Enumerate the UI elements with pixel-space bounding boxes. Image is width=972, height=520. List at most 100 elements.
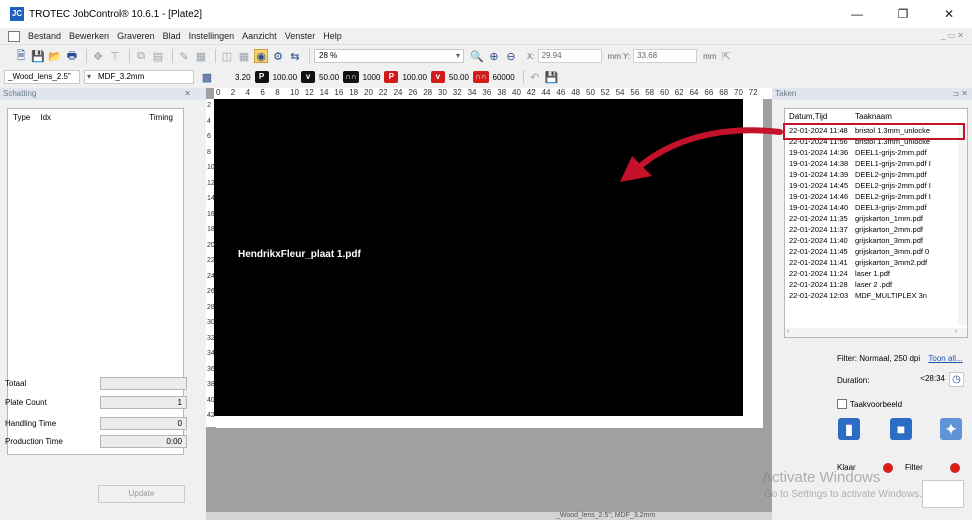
- ruler-tick-label: 4: [245, 88, 251, 97]
- menu-bestand[interactable]: Bestand: [28, 31, 61, 41]
- clock-icon[interactable]: ◷: [949, 372, 964, 387]
- ruler-tick-label: 48: [571, 88, 581, 97]
- annotation-arrow-icon: [620, 127, 783, 182]
- close-icon[interactable]: ✕: [184, 88, 191, 100]
- close-icon[interactable]: ✕: [926, 0, 972, 28]
- horizontal-scrollbar[interactable]: ‹ ›: [785, 328, 967, 337]
- ruler-tick-label: 52: [600, 88, 610, 97]
- job-row[interactable]: 22-01-2024 11:45 grijskarton_3mm.pdf 0: [785, 246, 967, 257]
- move-icon[interactable]: ✥: [91, 49, 105, 63]
- menu-venster[interactable]: Venster: [285, 31, 316, 41]
- print-icon[interactable]: 🖶: [65, 49, 79, 63]
- update-button[interactable]: Update: [98, 485, 185, 503]
- job-file-icon[interactable]: ▮: [838, 418, 860, 440]
- pin-icon[interactable]: ⊐ ✕: [952, 88, 968, 100]
- job-row[interactable]: 22-01-2024 12:03 MDF_MULTIPLEX 3n: [785, 290, 967, 301]
- menu-instellingen[interactable]: Instellingen: [189, 31, 235, 41]
- vertical-scrollbar[interactable]: [958, 125, 967, 325]
- menu-help[interactable]: Help: [323, 31, 342, 41]
- job-row[interactable]: 19-01-2024 14:38 DEEL1-grijs-2mm.pdf I: [785, 158, 967, 169]
- job-row[interactable]: 19-01-2024 14:45 DEEL2-grijs-2mm.pdf I: [785, 180, 967, 191]
- connect-icon[interactable]: ⇆: [288, 49, 302, 63]
- job-name: DEEL1-grijs-2mm.pdf: [855, 148, 927, 157]
- undo-icon[interactable]: ↶: [528, 70, 542, 84]
- paste-icon[interactable]: ▤: [151, 49, 165, 63]
- scroll-right-icon[interactable]: ›: [955, 328, 957, 335]
- column-idx[interactable]: Idx: [40, 113, 51, 122]
- material-settings-icon[interactable]: ▩: [200, 70, 214, 84]
- job-row[interactable]: 22-01-2024 11:41 grijskarton_3mm2.pdf: [785, 257, 967, 268]
- minimize-icon[interactable]: —: [834, 0, 880, 28]
- duration-label: Duration:: [837, 376, 870, 385]
- engrave-icon[interactable]: ◉: [254, 49, 268, 63]
- material-select[interactable]: ▾ MDF_3.2mm: [84, 70, 194, 84]
- job-row[interactable]: 19-01-2024 14:39 DEEL2-grijs-2mm.pdf: [785, 169, 967, 180]
- handling-time-field[interactable]: 0: [100, 417, 187, 430]
- power-value: 100.00: [272, 72, 298, 82]
- column-date-time[interactable]: Datum,Tijd: [789, 112, 855, 121]
- ruler-tick-label: 28: [423, 88, 433, 97]
- ruler-tick-label: 22: [378, 88, 388, 97]
- job-row[interactable]: 22-01-2024 11:28 laser 2 .pdf: [785, 279, 967, 290]
- handling-time-row: Handling Time 0: [5, 417, 187, 431]
- x-coordinate-field[interactable]: 29.94: [537, 49, 602, 63]
- material-template-select[interactable]: _Wood_lens_2.5": [4, 70, 80, 84]
- show-all-link[interactable]: Toon all...: [928, 354, 962, 363]
- job-row[interactable]: 19-01-2024 14:36 DEEL1-grijs-2mm.pdf: [785, 147, 967, 158]
- zoom-in-icon[interactable]: ⊕: [487, 49, 501, 63]
- task-preview-option[interactable]: Taakvoorbeeld: [837, 399, 902, 409]
- frequency-icon: ∩∩: [472, 71, 489, 83]
- layout-icon[interactable]: ▦: [194, 49, 208, 63]
- job-row[interactable]: 22-01-2024 11:35 grijskarton_1mm.pdf: [785, 213, 967, 224]
- horizontal-ruler: 0 2 4 6 8 10 12 14 16 18 20 22 24 26 28 30 32 34 36 38 40 42 4…: [214, 88, 772, 99]
- ruler-tick-label: 24: [393, 88, 403, 97]
- ruler-tick-label: 72: [748, 88, 758, 97]
- job-row[interactable]: 22-01-2024 11:40 grijskarton_3mm.pdf: [785, 235, 967, 246]
- job-row[interactable]: 22-01-2024 11:24 laser 1.pdf: [785, 268, 967, 279]
- align-icon[interactable]: ⊤: [108, 49, 122, 63]
- job-name: grijskarton_3mm2.pdf: [855, 258, 928, 267]
- ruler-tick-label: 2: [230, 88, 236, 97]
- menu-bewerken[interactable]: Bewerken: [69, 31, 109, 41]
- process-icon[interactable]: ✦: [940, 418, 962, 440]
- job-row[interactable]: 22-01-2024 11:37 grijskarton_2mm.pdf: [785, 224, 967, 235]
- zoom-out-icon[interactable]: ⊖: [504, 49, 518, 63]
- scroll-left-icon[interactable]: ‹: [787, 328, 789, 335]
- stop-icon[interactable]: ■: [890, 418, 912, 440]
- zoom-fit-icon[interactable]: 🔍: [470, 49, 484, 63]
- job-row[interactable]: 19-01-2024 14:46 DEEL2-grijs-2mm.pdf I: [785, 191, 967, 202]
- open-folder-icon[interactable]: 📂: [48, 49, 62, 63]
- totaal-row: Totaal: [5, 377, 187, 391]
- place-job-icon[interactable]: ✎: [177, 49, 191, 63]
- column-timing[interactable]: Timing: [149, 113, 173, 122]
- velocity-value: 50.00: [319, 72, 340, 82]
- restore-icon[interactable]: ❐: [880, 0, 926, 28]
- new-file-icon[interactable]: 🗎: [14, 49, 28, 63]
- column-type[interactable]: Type: [13, 113, 30, 122]
- menu-blad[interactable]: Blad: [163, 31, 181, 41]
- jobs-table[interactable]: Datum,Tijd Taaknaam 22-01-2024 11:48 bris…: [784, 108, 968, 338]
- job-name: grijskarton_1mm.pdf: [855, 214, 923, 223]
- save-icon[interactable]: 💾: [31, 49, 45, 63]
- velocity-icon: v: [301, 71, 316, 83]
- anchor-icon[interactable]: ⇱: [719, 49, 733, 63]
- settings-gear-icon[interactable]: ⚙: [271, 49, 285, 63]
- y-coordinate-field[interactable]: 33.68: [633, 49, 698, 63]
- column-job-name[interactable]: Taaknaam: [855, 112, 892, 121]
- menu-aanzicht[interactable]: Aanzicht: [242, 31, 277, 41]
- grid-icon[interactable]: ▦: [237, 49, 251, 63]
- copy-icon[interactable]: ⧉: [134, 49, 148, 63]
- mdi-window-controls-icon[interactable]: _ ▭ ✕: [941, 31, 964, 40]
- menu-graveren[interactable]: Graveren: [117, 31, 155, 41]
- jobs-table-body: 22-01-2024 11:48 bristol 1.3mm_unlocke 22-…: [785, 125, 967, 301]
- document-window-icon[interactable]: [8, 30, 20, 42]
- task-preview-checkbox[interactable]: [837, 399, 847, 409]
- toolbar-separator: [129, 49, 130, 63]
- job-row[interactable]: 19-01-2024 14:40 DEEL3-grijs-2mm.pdf: [785, 202, 967, 213]
- save-material-icon[interactable]: 💾: [545, 70, 559, 84]
- job-date: 19-01-2024 14:38: [789, 159, 849, 168]
- zoom-select[interactable]: 28 %: [314, 49, 464, 63]
- plate-icon[interactable]: ◫: [220, 49, 234, 63]
- x-label: X:: [527, 51, 535, 61]
- jobs-panel-title: Taken: [775, 89, 797, 98]
